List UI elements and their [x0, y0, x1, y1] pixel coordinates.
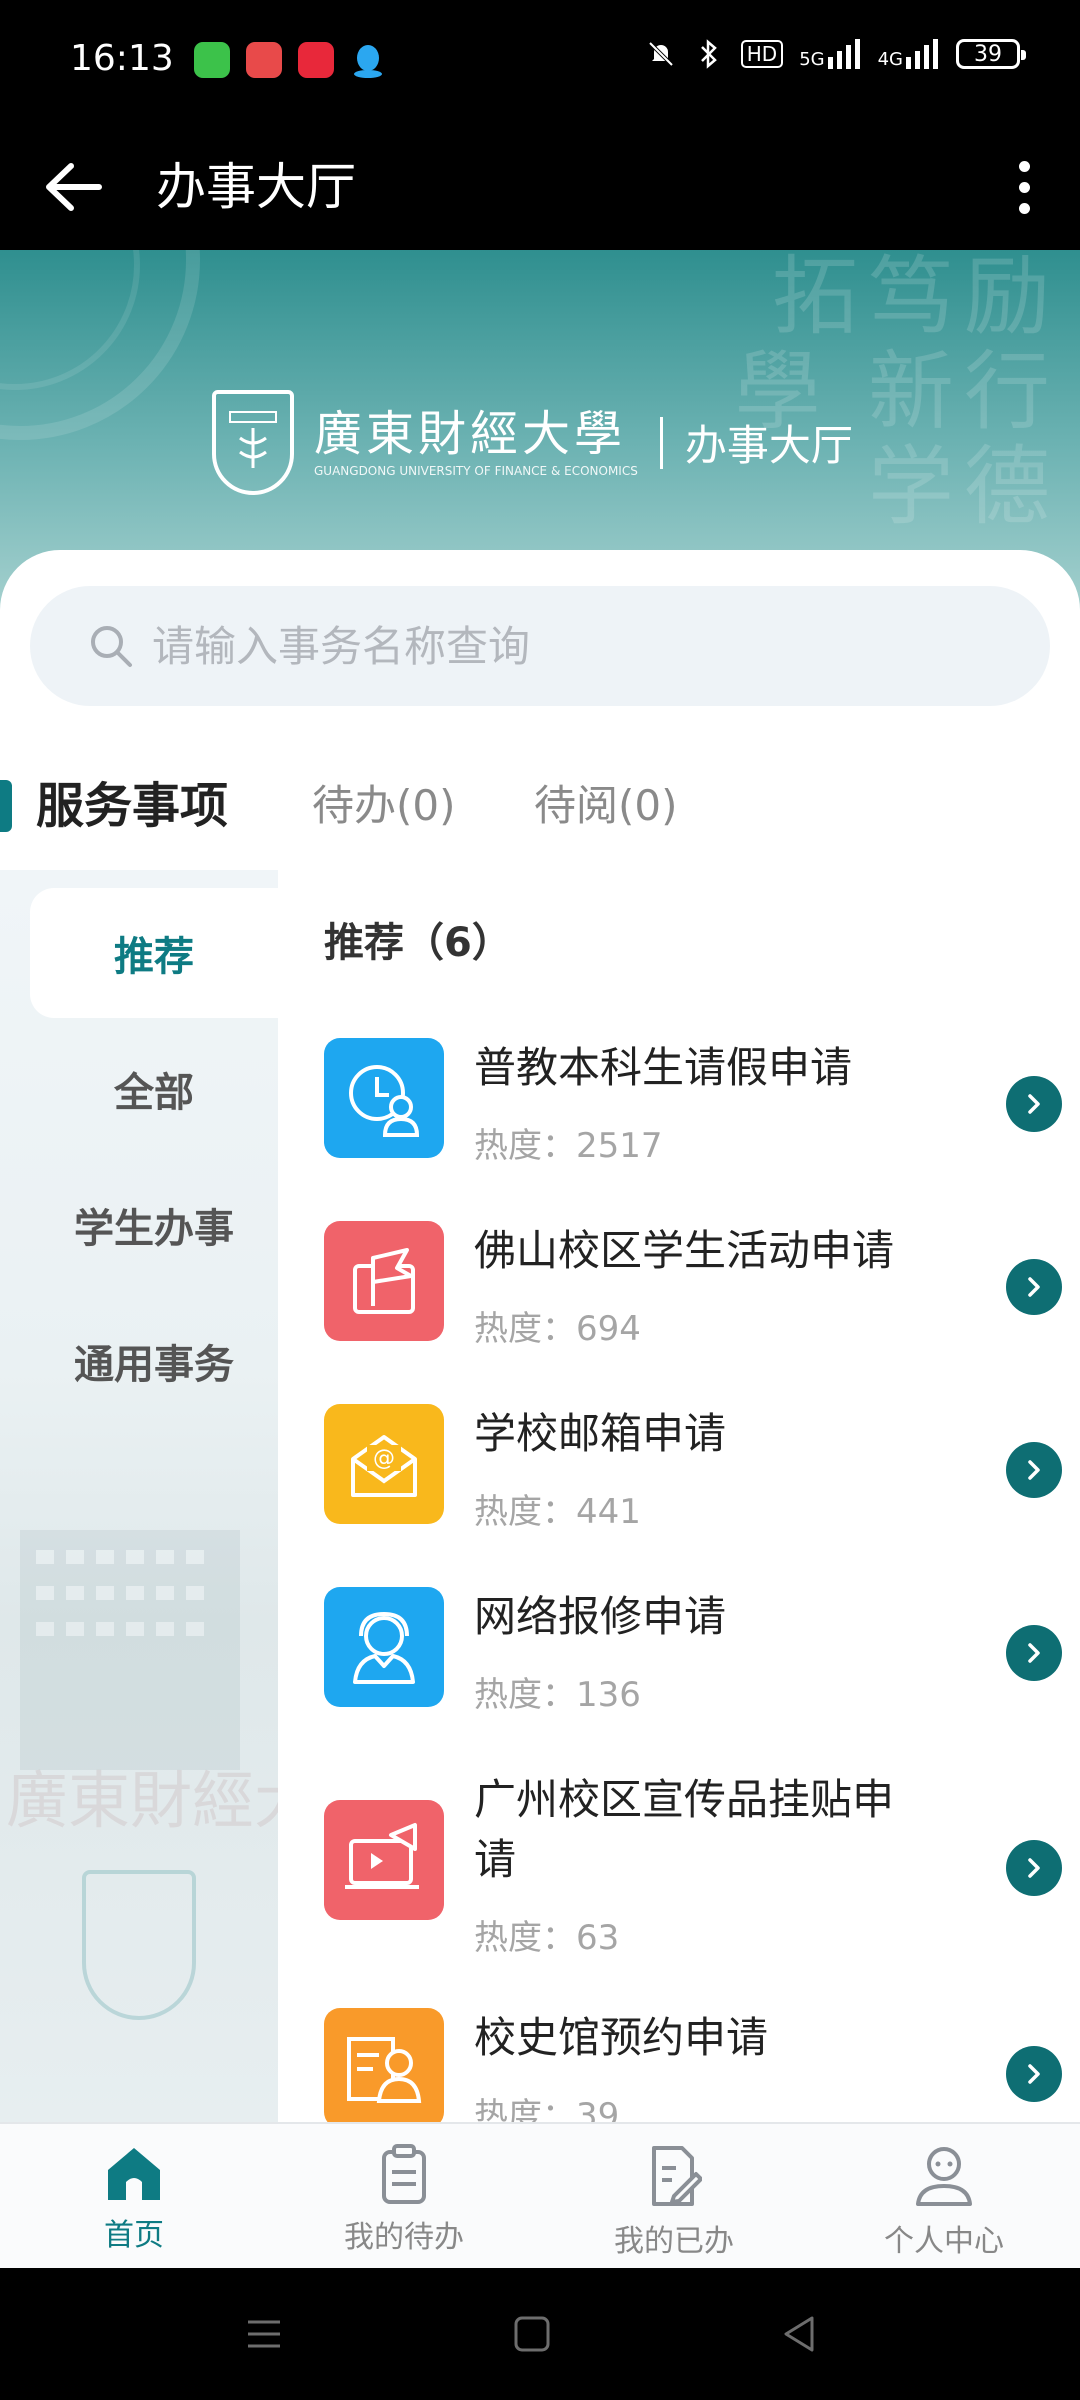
search-bar[interactable]	[30, 586, 1050, 706]
nav-profile-label: 个人中心	[884, 2224, 1004, 2259]
category-sidebar: 廣東財經大學 推荐 全部 学生办事 通用事务	[0, 870, 278, 2122]
item-title: 校史馆预约申请	[474, 2013, 769, 2062]
nav-home[interactable]: 首页	[34, 2144, 234, 2254]
item-heat: 热度：694	[474, 1309, 641, 1349]
megaphone-icon	[324, 1800, 444, 1920]
nav-my-done-label: 我的已办	[614, 2224, 734, 2259]
category-all[interactable]: 全部	[30, 1024, 278, 1154]
more-dot-icon	[1018, 160, 1030, 172]
more-dot-icon	[1018, 181, 1030, 193]
category-student-affairs[interactable]: 学生办事	[30, 1160, 278, 1290]
recents-button[interactable]	[238, 2308, 290, 2360]
nav-home-label: 首页	[104, 2218, 164, 2253]
item-title: 学校邮箱申请	[474, 1409, 727, 1458]
search-icon	[91, 626, 132, 667]
list-item[interactable]: 普教本科生请假申请 热度：2517	[324, 1038, 1062, 1178]
signal-5g-icon: 5G	[799, 39, 861, 69]
hd-badge: HD	[740, 40, 784, 68]
item-title: 广州校区宣传品挂贴申请	[474, 1775, 895, 1884]
status-time: 16:13	[70, 38, 174, 79]
tab-bar: 服务事项 待办(0) 待阅(0)	[0, 750, 1080, 860]
category-recommended[interactable]: 推荐	[30, 888, 278, 1018]
chevron-right-icon[interactable]	[1006, 2046, 1062, 2102]
chevron-right-icon[interactable]	[1006, 1442, 1062, 1498]
item-heat: 热度：39	[474, 2096, 620, 2122]
service-person-icon	[324, 1587, 444, 1707]
item-title: 网络报修申请	[474, 1592, 727, 1641]
item-title: 普教本科生请假申请	[474, 1043, 853, 1092]
list-item[interactable]: 广州校区宣传品挂贴申请 热度：63	[324, 1770, 1062, 1970]
university-emblem-icon	[212, 390, 294, 495]
back-button[interactable]	[36, 150, 110, 224]
app-bar: 办事大厅	[0, 124, 1080, 250]
nav-my-todo[interactable]: 我的待办	[304, 2144, 504, 2256]
back-system-button[interactable]	[774, 2308, 826, 2360]
emblem-watermark-icon	[82, 1870, 196, 2020]
university-name-en: GUANGDONG UNIVERSITY OF FINANCE & ECONOM…	[314, 463, 638, 478]
square-icon	[514, 2316, 550, 2352]
signal-4g-icon: 4G	[878, 39, 940, 69]
item-heat: 热度：441	[474, 1492, 641, 1532]
document-edit-icon	[652, 2146, 702, 2206]
svg-text:@: @	[373, 1446, 395, 1471]
bluetooth-icon	[693, 38, 725, 70]
item-heat: 热度：2517	[474, 1126, 663, 1166]
chevron-right-icon[interactable]	[1006, 1840, 1062, 1896]
tab-todo[interactable]: 待办(0)	[312, 770, 456, 842]
category-general-affairs[interactable]: 通用事务	[30, 1296, 278, 1426]
mail-icon: @	[324, 1404, 444, 1524]
more-dot-icon	[1018, 202, 1030, 214]
app-notification-icon	[246, 42, 282, 78]
main-panel: 服务事项 待办(0) 待阅(0) 廣東財經大學 推荐 全部 学生办事 通用事务 …	[0, 550, 1080, 2122]
list-item[interactable]: 校史馆预约申请 热度：39	[324, 2008, 1062, 2122]
university-name-cn: 廣東財經大學	[314, 405, 627, 462]
university-name-watermark: 廣東財經大學	[6, 1764, 278, 1837]
hall-label: 办事大厅	[684, 421, 853, 470]
flag-icon	[324, 1221, 444, 1341]
system-navigation-bar	[0, 2268, 1080, 2400]
message-notification-icon	[194, 42, 230, 78]
heart-app-notification-icon	[298, 42, 334, 78]
user-icon	[916, 2147, 972, 2206]
list-item[interactable]: @ 学校邮箱申请 热度：441	[324, 1404, 1062, 1544]
nav-my-todo-label: 我的待办	[344, 2220, 464, 2255]
list-heading: 推荐（6）	[324, 920, 512, 966]
chevron-right-icon[interactable]	[1006, 1625, 1062, 1681]
nav-my-done[interactable]: 我的已办	[574, 2144, 774, 2260]
clipboard-icon	[382, 2144, 426, 2204]
tab-toread[interactable]: 待阅(0)	[534, 770, 678, 842]
logo-divider	[659, 416, 663, 469]
campus-building-watermark	[20, 1530, 240, 1770]
chevron-right-icon[interactable]	[1006, 1076, 1062, 1132]
service-list: 推荐（6） 普教本科生请假申请 热度：2517 佛山校区学生活动申请 热度：69…	[278, 870, 1080, 2122]
home-icon	[108, 2148, 160, 2200]
page-title: 办事大厅	[156, 158, 356, 216]
home-system-button[interactable]	[506, 2308, 558, 2360]
list-item[interactable]: 佛山校区学生活动申请 热度：694	[324, 1221, 1062, 1361]
back-arrow-icon	[46, 163, 102, 211]
active-tab-indicator	[0, 780, 12, 832]
battery-indicator: 39	[956, 39, 1026, 69]
profile-card-icon	[324, 2008, 444, 2122]
list-item[interactable]: 网络报修申请 热度：136	[324, 1587, 1062, 1727]
item-title: 佛山校区学生活动申请	[474, 1226, 895, 1275]
status-bar: 16:13 HD 5G 4G 39	[0, 0, 1080, 124]
search-input[interactable]	[150, 620, 950, 672]
status-icons: HD 5G 4G 39	[645, 38, 1026, 70]
menu-lines-icon	[248, 2320, 280, 2348]
bottom-navigation: 首页 我的待办 我的已办 个人中心	[0, 2122, 1080, 2268]
nav-profile[interactable]: 个人中心	[844, 2144, 1044, 2260]
chevron-right-icon[interactable]	[1006, 1259, 1062, 1315]
more-options-button[interactable]	[992, 150, 1056, 224]
qq-notification-icon	[350, 42, 386, 78]
clock-person-icon	[324, 1038, 444, 1158]
mute-bell-icon	[645, 38, 677, 70]
triangle-back-icon	[784, 2316, 814, 2352]
university-logo: 廣東財經大學 GUANGDONG UNIVERSITY OF FINANCE &…	[212, 390, 853, 495]
item-heat: 热度：136	[474, 1675, 641, 1715]
item-heat: 热度：63	[474, 1918, 620, 1958]
tab-service-items[interactable]: 服务事项	[36, 770, 228, 842]
